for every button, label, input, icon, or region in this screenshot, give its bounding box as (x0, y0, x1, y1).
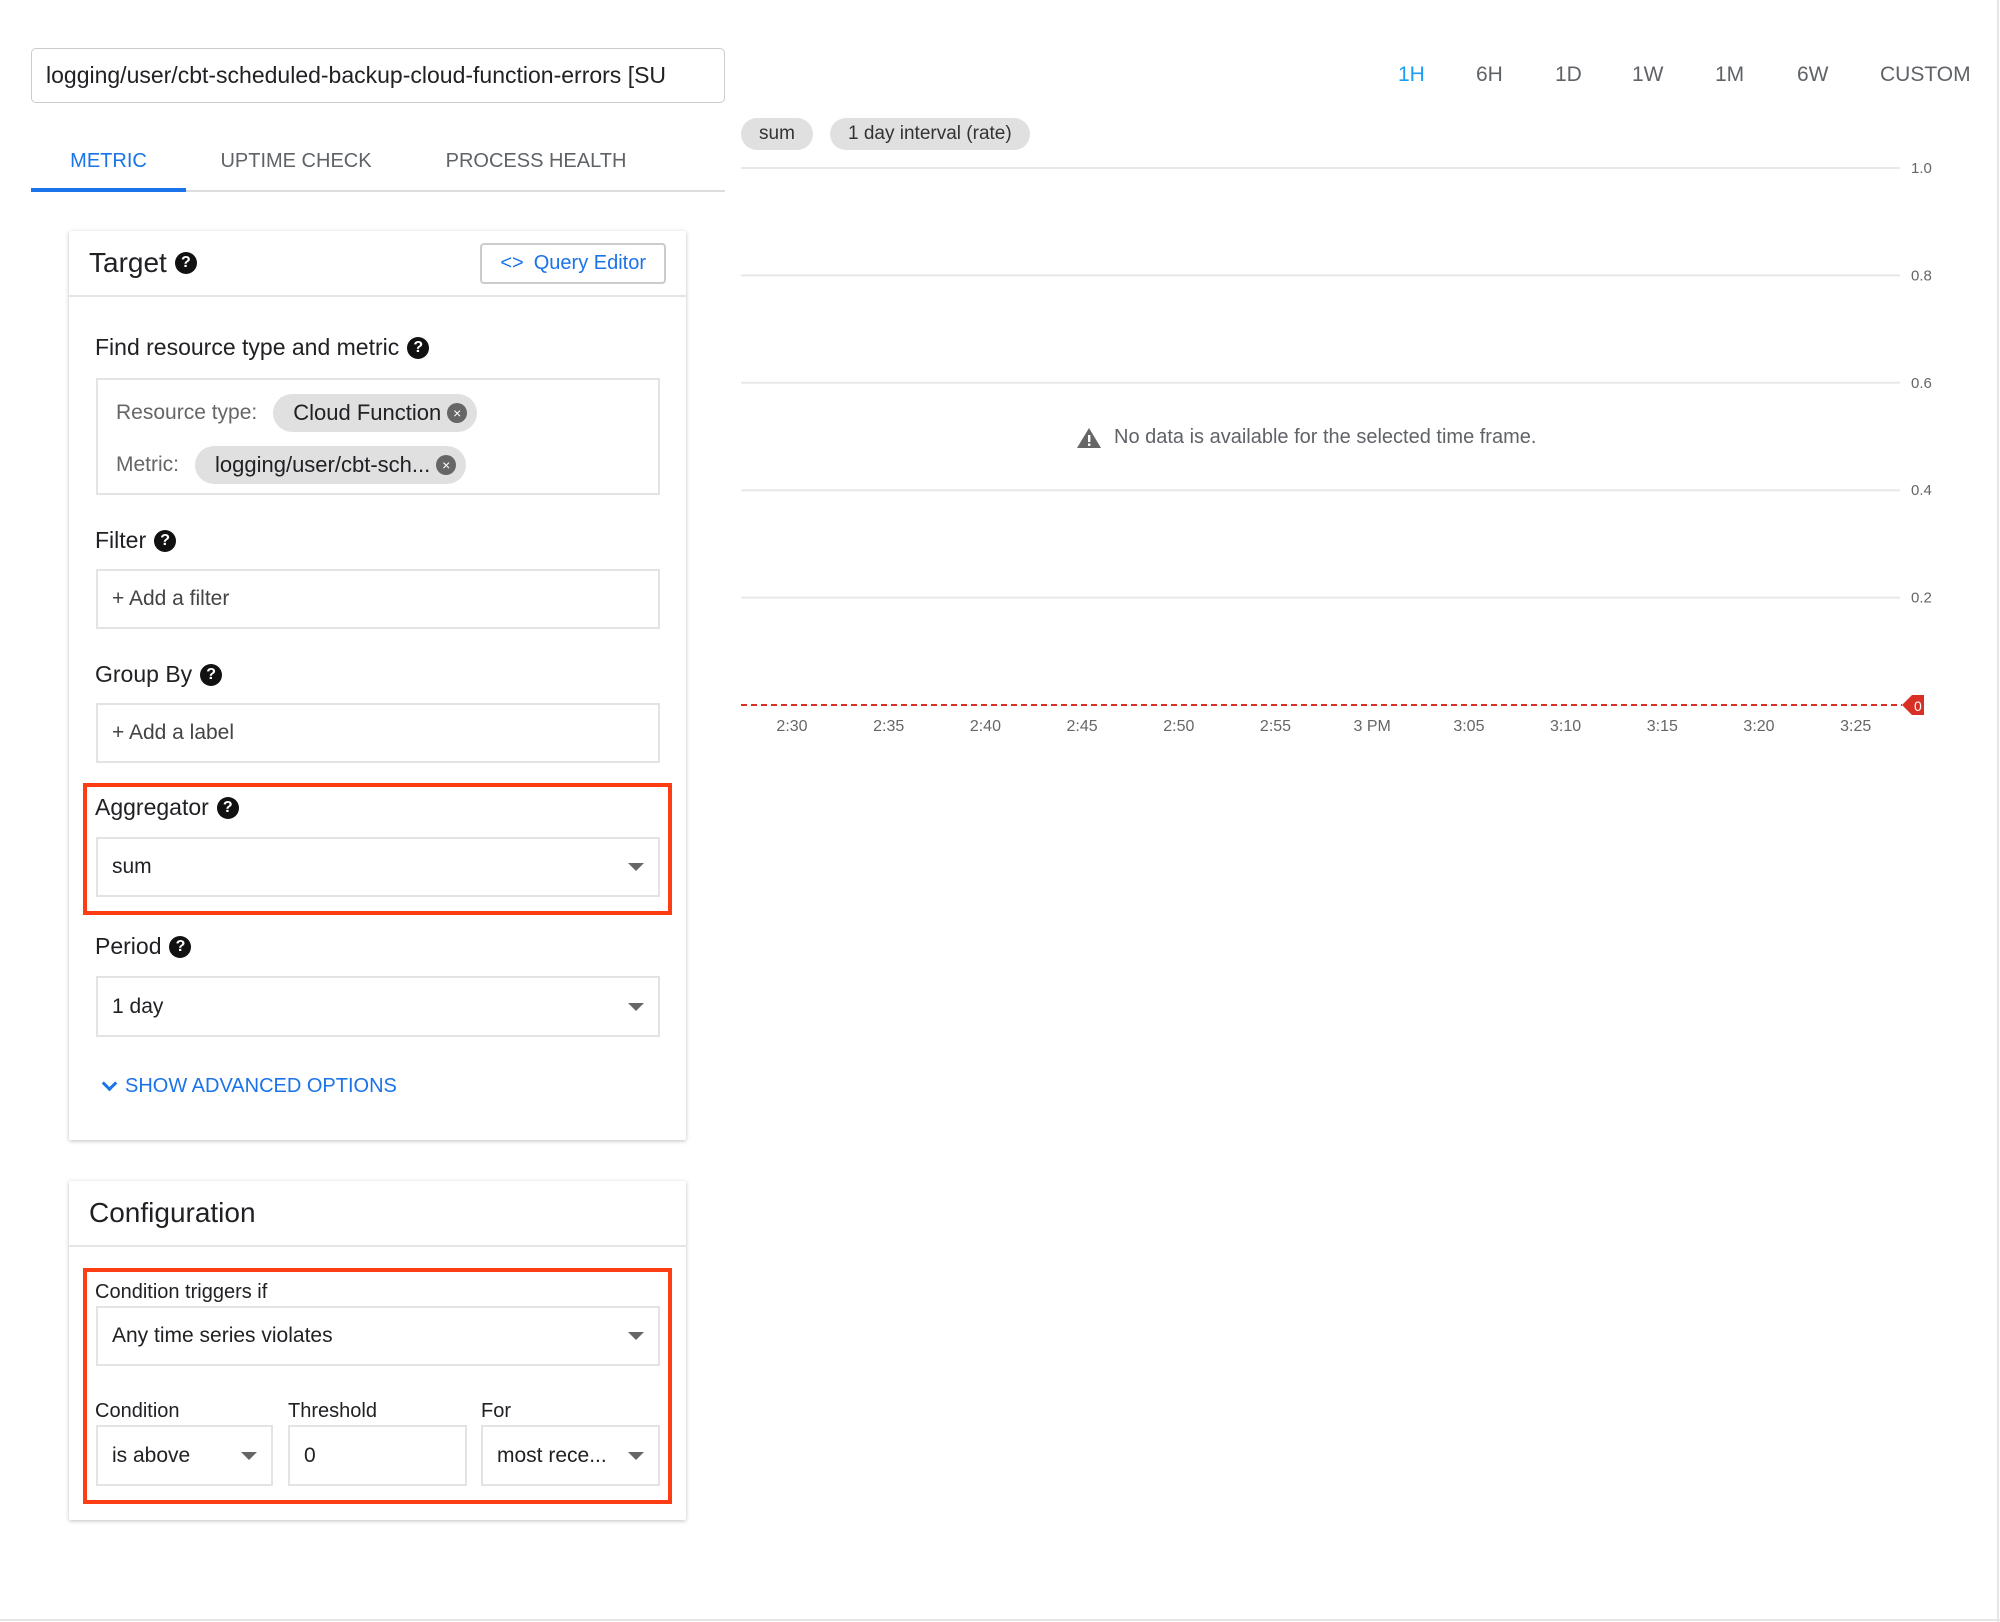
help-icon[interactable]: ? (154, 529, 177, 552)
y-tick-label: 0.6 (1911, 375, 1932, 392)
show-advanced-label: SHOW ADVANCED OPTIONS (125, 1075, 397, 1097)
query-editor-label: Query Editor (533, 251, 646, 274)
condition-label: Condition (95, 1400, 180, 1422)
x-tick-label: 3:10 (1550, 718, 1581, 735)
x-tick-label: 3:20 (1743, 718, 1774, 735)
period-label: Period? (95, 933, 192, 960)
for-select[interactable]: most rece... (481, 1425, 660, 1486)
condition-triggers-label: Condition triggers if (95, 1281, 268, 1303)
help-icon[interactable]: ? (200, 663, 223, 686)
dropdown-arrow-icon (628, 1002, 644, 1011)
for-label: For (481, 1400, 511, 1422)
remove-icon[interactable]: × (436, 455, 457, 475)
configuration-title: Configuration (89, 1197, 256, 1228)
y-tick-label: 0.8 (1911, 267, 1932, 284)
dropdown-arrow-icon (628, 863, 644, 871)
x-tick-label: 2:50 (1163, 718, 1194, 735)
configuration-header: Configuration (69, 1181, 686, 1247)
x-tick-label: 2:45 (1067, 718, 1098, 735)
filter-input[interactable]: + Add a filter (96, 569, 660, 629)
y-tick-label: 1.0 (1911, 160, 1932, 177)
condition-select[interactable]: is above (96, 1425, 273, 1486)
x-tick-label: 2:35 (873, 718, 904, 735)
chevron-down-icon (101, 1075, 118, 1092)
filter-label: Filter? (95, 527, 177, 554)
threshold-input[interactable]: 0 (288, 1425, 467, 1486)
page-bottom-border (0, 1619, 2000, 1621)
x-tick-label: 2:40 (970, 718, 1001, 735)
x-tick-label: 3:25 (1840, 718, 1871, 735)
y-tick-label: 0.4 (1911, 482, 1932, 499)
resource-type-chip[interactable]: Cloud Function × (273, 394, 478, 432)
help-icon[interactable]: ? (169, 935, 192, 958)
resource-type-label: Resource type: (116, 401, 258, 424)
threshold-label: 0 (1914, 698, 1922, 714)
x-tick-label: 3:05 (1453, 718, 1484, 735)
no-data-message: No data is available for the selected ti… (1076, 426, 1536, 449)
help-icon[interactable]: ? (174, 252, 197, 274)
x-tick-label: 2:55 (1260, 718, 1291, 735)
condition-triggers-select[interactable]: Any time series violates (96, 1306, 660, 1366)
aggregator-label: Aggregator? (95, 794, 239, 821)
query-editor-button[interactable]: <> Query Editor (480, 242, 666, 284)
metric-label: Metric: (116, 453, 179, 476)
show-advanced-options-button[interactable]: SHOW ADVANCED OPTIONS (101, 1075, 397, 1098)
group-by-label: Group By? (95, 661, 223, 688)
group-by-input[interactable]: + Add a label (96, 703, 660, 763)
page-right-border (1997, 0, 1999, 1622)
resource-metric-box: Resource type: Cloud Function × Metric: l… (96, 378, 660, 495)
metric-chip[interactable]: logging/user/cbt-sch... × (195, 446, 467, 484)
target-header: Target ? <> Query Editor (69, 231, 686, 297)
warning-icon (1077, 427, 1101, 448)
dropdown-arrow-icon (628, 1332, 644, 1340)
x-tick-label: 2:30 (776, 718, 807, 735)
help-icon[interactable]: ? (216, 796, 239, 819)
no-data-text: No data is available for the selected ti… (1114, 426, 1537, 448)
dropdown-arrow-icon (241, 1451, 257, 1460)
period-select[interactable]: 1 day (96, 976, 660, 1037)
x-tick-label: 3 PM (1354, 718, 1391, 735)
aggregator-select[interactable]: sum (96, 837, 660, 897)
help-icon[interactable]: ? (407, 336, 430, 359)
target-title: Target (89, 247, 167, 278)
code-icon: <> (500, 251, 524, 274)
find-resource-label: Find resource type and metric? (95, 334, 430, 361)
y-tick-label: 0.2 (1911, 590, 1932, 607)
dropdown-arrow-icon (628, 1451, 644, 1460)
remove-icon[interactable]: × (447, 403, 468, 423)
x-tick-label: 3:15 (1647, 718, 1678, 735)
threshold-label: Threshold (288, 1400, 377, 1422)
